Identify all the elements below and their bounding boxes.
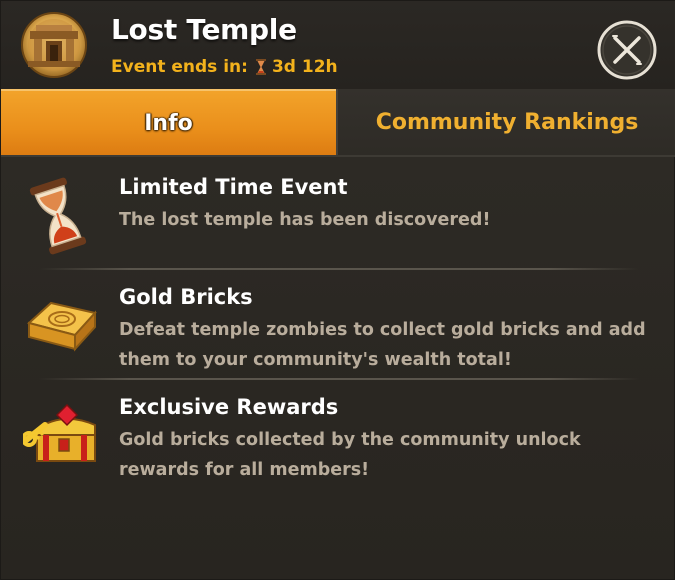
divider xyxy=(39,378,639,380)
event-ends-label: Event ends in: xyxy=(111,57,248,77)
mini-hourglass-icon xyxy=(255,59,266,75)
item-title: Limited Time Event xyxy=(119,175,348,199)
item-description: The lost temple has been discovered! xyxy=(119,210,491,230)
event-title: Lost Temple xyxy=(111,13,297,46)
item-title: Exclusive Rewards xyxy=(119,395,339,419)
treasure-chest-key-icon xyxy=(23,403,96,462)
gold-brick-icon xyxy=(26,301,97,352)
event-panel: Lost Temple Event ends in: 3d 12h Info C… xyxy=(0,0,675,580)
item-description: Gold bricks collected by the community u… xyxy=(119,430,581,480)
event-ends-value: 3d 12h xyxy=(271,57,338,77)
close-icon[interactable] xyxy=(596,19,658,81)
event-header: Lost Temple Event ends in: 3d 12h xyxy=(1,1,675,89)
tab-info[interactable]: Info xyxy=(1,89,336,155)
item-title: Gold Bricks xyxy=(119,285,253,309)
tab-bar: Info Community Rankings xyxy=(1,89,675,157)
tab-community-rankings[interactable]: Community Rankings xyxy=(336,89,675,155)
item-description: Defeat temple zombies to collect gold br… xyxy=(119,320,646,370)
hourglass-icon xyxy=(29,177,87,255)
event-countdown: Event ends in: 3d 12h xyxy=(111,57,338,77)
divider xyxy=(39,268,639,270)
temple-ruins-icon xyxy=(21,12,87,78)
